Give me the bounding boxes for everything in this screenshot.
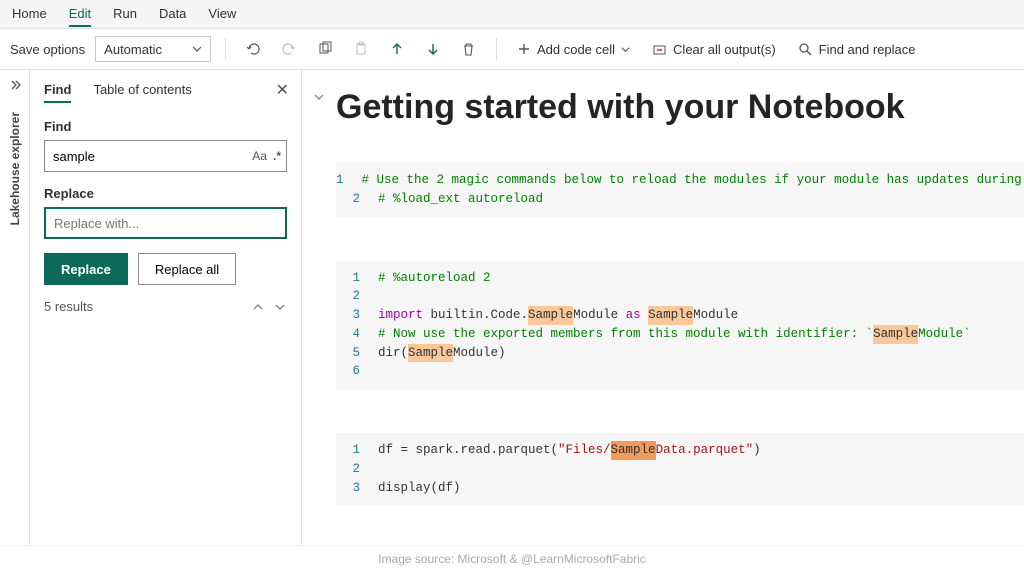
code-cell[interactable]: 1# Use the 2 magic commands below to rel…: [336, 163, 1024, 217]
line-number: 3: [336, 306, 378, 325]
find-input[interactable]: [44, 140, 287, 172]
find-replace-label: Find and replace: [819, 42, 916, 57]
plus-icon: [517, 42, 531, 56]
cell-gutter: [302, 70, 336, 545]
replace-field-label: Replace: [44, 186, 287, 201]
menu-item-run[interactable]: Run: [113, 6, 137, 27]
chevron-down-icon: [192, 44, 202, 54]
search-icon: [798, 42, 813, 57]
close-panel-button[interactable]: ✕: [276, 80, 289, 100]
copy-button[interactable]: [312, 36, 338, 62]
replace-all-button[interactable]: Replace all: [138, 253, 236, 285]
line-number: 3: [336, 479, 378, 498]
divider: [225, 38, 226, 60]
code-line: 2: [336, 460, 1024, 479]
match-case-toggle[interactable]: Aa: [252, 149, 267, 163]
next-result-button[interactable]: [273, 300, 287, 314]
explorer-label: Lakehouse explorer: [8, 112, 22, 225]
save-mode-dropdown[interactable]: Automatic: [95, 36, 211, 62]
code-line: 2: [336, 287, 1024, 306]
chevron-down-icon: [621, 45, 630, 54]
save-options-label: Save options: [10, 42, 85, 57]
code-line: 2# %load_ext autoreload: [336, 190, 1024, 209]
undo-button[interactable]: [240, 36, 266, 62]
divider: [496, 38, 497, 60]
line-number: 5: [336, 344, 378, 363]
redo-button[interactable]: [276, 36, 302, 62]
clear-outputs-button[interactable]: Clear all output(s): [646, 42, 782, 57]
delete-button[interactable]: [456, 36, 482, 62]
menu-item-data[interactable]: Data: [159, 6, 186, 27]
cells-container: 1# Use the 2 magic commands below to rel…: [336, 163, 1024, 505]
line-number: 1: [336, 269, 378, 288]
code-line: 4# Now use the exported members from thi…: [336, 325, 1024, 344]
menu-item-home[interactable]: Home: [12, 6, 47, 27]
code-line: 3display(df): [336, 479, 1024, 498]
line-number: 2: [336, 460, 378, 479]
code-cell[interactable]: 1df = spark.read.parquet("Files/SampleDa…: [336, 433, 1024, 505]
add-code-cell-label: Add code cell: [537, 42, 615, 57]
footer-attribution: Image source: Microsoft & @LearnMicrosof…: [0, 545, 1024, 571]
line-number: 2: [336, 287, 378, 306]
save-mode-value: Automatic: [104, 42, 162, 57]
sidebar-explorer-tab[interactable]: Lakehouse explorer: [0, 70, 30, 545]
find-replace-button[interactable]: Find and replace: [792, 42, 922, 57]
prev-result-button[interactable]: [251, 300, 265, 314]
find-tab-find[interactable]: Find: [44, 82, 71, 103]
find-field-label: Find: [44, 119, 287, 134]
clear-outputs-label: Clear all output(s): [673, 42, 776, 57]
find-panel: ✕ Find Table of contents Find Aa .* Repla…: [30, 70, 302, 545]
toolbar: Save options Automatic Add code cell: [0, 28, 1024, 70]
main-area: Lakehouse explorer ✕ Find Table of conten…: [0, 70, 1024, 545]
menubar: Home Edit Run Data View: [0, 0, 1024, 28]
menu-item-view[interactable]: View: [208, 6, 236, 27]
move-down-button[interactable]: [420, 36, 446, 62]
results-count: 5 results: [44, 299, 93, 314]
replace-input[interactable]: [44, 207, 287, 239]
code-line: 3import builtin.Code.SampleModule as Sam…: [336, 306, 1024, 325]
notebook-area: Getting started with your Notebook 1# Us…: [302, 70, 1024, 545]
paste-button[interactable]: [348, 36, 374, 62]
line-number: 6: [336, 362, 378, 381]
code-line: 1# %autoreload 2: [336, 269, 1024, 288]
chevron-down-icon[interactable]: [312, 90, 326, 545]
code-line: 1df = spark.read.parquet("Files/SampleDa…: [336, 441, 1024, 460]
expand-icon: [8, 78, 22, 92]
find-tab-table-of-contents[interactable]: Table of contents: [93, 82, 191, 103]
code-line: 1# Use the 2 magic commands below to rel…: [336, 171, 1024, 190]
notebook-title[interactable]: Getting started with your Notebook: [336, 88, 1024, 127]
code-cell[interactable]: 1# %autoreload 223import builtin.Code.Sa…: [336, 261, 1024, 390]
notebook-content: Getting started with your Notebook 1# Us…: [336, 70, 1024, 545]
line-number: 4: [336, 325, 378, 344]
clear-icon: [652, 42, 667, 57]
line-number: 1: [336, 171, 362, 190]
line-number: 2: [336, 190, 378, 209]
line-number: 1: [336, 441, 378, 460]
add-code-cell-button[interactable]: Add code cell: [511, 42, 636, 57]
move-up-button[interactable]: [384, 36, 410, 62]
replace-button[interactable]: Replace: [44, 253, 128, 285]
regex-toggle[interactable]: .*: [273, 149, 281, 163]
find-panel-tabs: Find Table of contents: [44, 82, 287, 103]
code-line: 6: [336, 362, 1024, 381]
menu-item-edit[interactable]: Edit: [69, 6, 91, 27]
code-line: 5dir(SampleModule): [336, 344, 1024, 363]
